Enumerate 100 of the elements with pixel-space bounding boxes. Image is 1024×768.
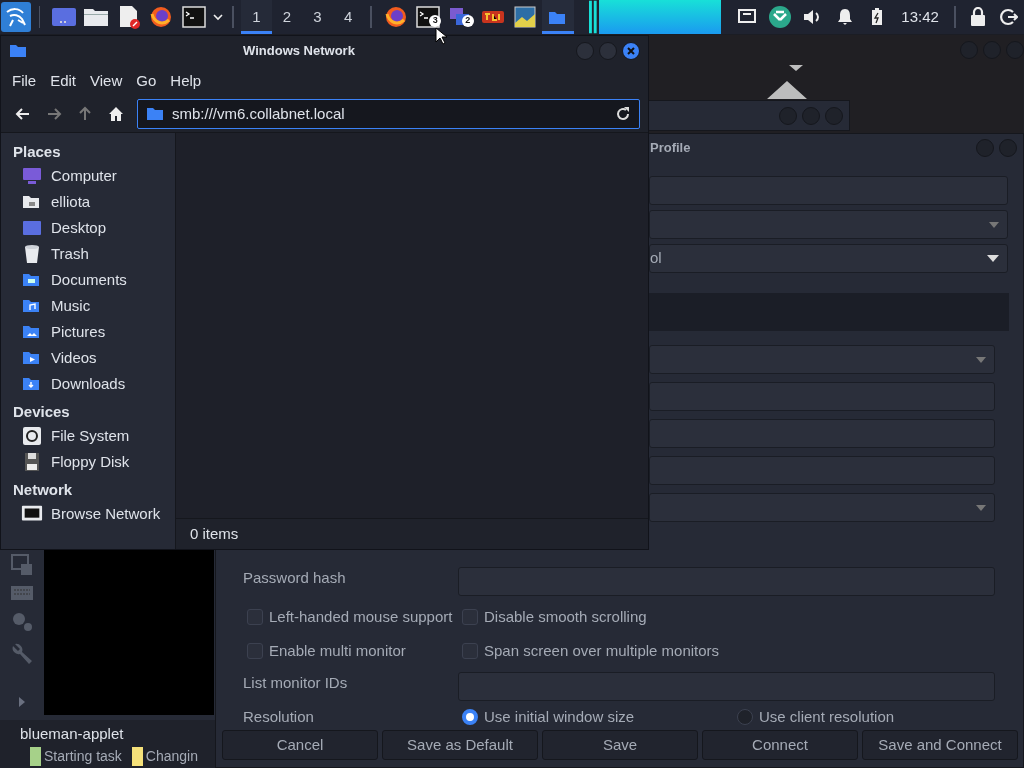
radio-button[interactable] [737, 709, 753, 726]
menu-item[interactable]: View [83, 67, 130, 95]
screens-icon[interactable] [11, 554, 33, 576]
sidebar-item[interactable]: File System [1, 423, 175, 449]
desktop-icon[interactable] [50, 6, 77, 28]
checkbox[interactable] [462, 609, 478, 626]
terminal-icon[interactable] [181, 6, 206, 28]
checkbox-label: Enable multi monitor [269, 640, 406, 661]
window-button[interactable] [976, 139, 994, 157]
back-arrow-icon [14, 106, 31, 122]
gears-icon[interactable] [10, 610, 34, 632]
task-label: Changin [145, 746, 198, 766]
text-field[interactable] [649, 176, 1008, 205]
close-icon [627, 47, 635, 55]
text-field[interactable] [649, 419, 995, 448]
taskbar-button[interactable]: 2 [444, 0, 477, 34]
sidebar-item[interactable]: Downloads [1, 371, 175, 397]
text-field[interactable] [649, 456, 995, 485]
caret-icon[interactable] [212, 13, 223, 21]
window-button[interactable] [779, 106, 797, 125]
sidebar-item[interactable]: Computer [1, 163, 175, 189]
expand-arrow-icon[interactable] [18, 696, 26, 708]
lock-icon[interactable] [969, 7, 988, 27]
computer-icon [22, 167, 42, 185]
sidebar-item[interactable]: Desktop [1, 215, 175, 241]
minimize-button[interactable] [576, 42, 594, 60]
text-field[interactable] [649, 382, 995, 411]
taskbar-button[interactable] [541, 0, 575, 34]
dropdown[interactable] [649, 210, 1008, 239]
dropdown[interactable] [649, 345, 995, 374]
field-label: Password hash [243, 568, 347, 589]
window-title: Windows Network [242, 42, 356, 61]
dialog-button[interactable]: Cancel [222, 730, 378, 760]
bell-icon[interactable] [835, 8, 854, 26]
section-heading: Devices [12, 402, 71, 422]
sidebar-item[interactable]: Browse Network [1, 501, 175, 527]
checkbox[interactable] [462, 642, 478, 659]
location-field[interactable]: smb:///vm6.collabnet.local [137, 99, 640, 129]
workspace-tab[interactable]: 3 [302, 0, 333, 34]
dropdown-arrow-icon [976, 504, 986, 511]
network-port-icon[interactable] [738, 9, 757, 25]
radio-label: Use client resolution [759, 707, 895, 727]
window-button[interactable] [825, 106, 843, 125]
reload-icon[interactable] [615, 106, 631, 122]
sidebar-item[interactable]: Floppy Disk [1, 449, 175, 475]
section-heading: Network [12, 480, 74, 500]
home-icon [107, 106, 124, 122]
logout-icon[interactable] [999, 8, 1018, 26]
sidebar-item[interactable]: Pictures [1, 319, 175, 345]
home-folder-icon [22, 193, 42, 211]
radio-label: Use initial window size [484, 707, 635, 727]
dialog-button[interactable]: Save and Connect [862, 730, 1018, 760]
dialog-button[interactable]: Connect [702, 730, 858, 760]
taskbar-button[interactable]: 3 [411, 0, 445, 34]
menu-item[interactable]: Help [163, 67, 209, 95]
wrench-icon[interactable] [11, 641, 33, 665]
globe-fox-icon [383, 5, 408, 29]
field-label: Resolution [243, 707, 315, 727]
notification-title: blueman-applet [20, 724, 125, 744]
window-button[interactable] [999, 139, 1017, 157]
workspace-tab[interactable]: 1 [241, 0, 272, 34]
checkbox[interactable] [247, 642, 263, 659]
sidebar-item[interactable]: Trash [1, 241, 175, 267]
workspace-tab[interactable]: 2 [271, 0, 303, 34]
desktop-folder-icon [22, 219, 42, 237]
dropdown-arrow-icon [989, 221, 999, 228]
sidebar-item[interactable]: Videos [1, 345, 175, 371]
globe-fox-icon[interactable] [149, 5, 174, 29]
radio-button[interactable] [462, 709, 478, 726]
battery-icon[interactable] [871, 8, 884, 26]
field-label: List monitor IDs [243, 673, 349, 694]
checkbox[interactable] [247, 609, 263, 626]
folder-icon [146, 107, 164, 121]
menu-item[interactable]: Go [129, 67, 164, 95]
dragon-logo-icon[interactable] [0, 2, 31, 32]
window-button[interactable] [802, 106, 820, 125]
keyboard-icon[interactable] [10, 585, 34, 601]
dropdown[interactable]: ol [649, 244, 1008, 273]
dialog-button[interactable]: Save [542, 730, 698, 760]
sidebar-item[interactable]: elliota [1, 189, 175, 215]
sidebar-item[interactable]: Music [1, 293, 175, 319]
menu-item[interactable]: File [5, 67, 44, 95]
game-logo-icon [480, 8, 505, 26]
mouse-cursor-icon [435, 27, 447, 45]
status-text: 0 items [176, 518, 648, 549]
dropdown-arrow-icon [987, 255, 999, 262]
bar-meter-drawing [589, 0, 599, 34]
dropdown[interactable] [649, 493, 995, 522]
maximize-button[interactable] [599, 42, 617, 60]
dialog-button[interactable]: Save as Default [382, 730, 538, 760]
close-button[interactable] [622, 42, 640, 60]
workspace-tab[interactable]: 4 [332, 0, 364, 34]
trash-icon [23, 244, 41, 264]
dropdown-arrow-icon [976, 356, 986, 363]
image-icon [514, 6, 537, 28]
checkbox-label: Left-handed mouse support [269, 607, 453, 627]
sidebar-item[interactable]: Documents [1, 267, 175, 293]
download-folder-icon [22, 375, 42, 393]
folder-icon[interactable] [83, 6, 110, 28]
menu-item[interactable]: Edit [43, 67, 84, 95]
